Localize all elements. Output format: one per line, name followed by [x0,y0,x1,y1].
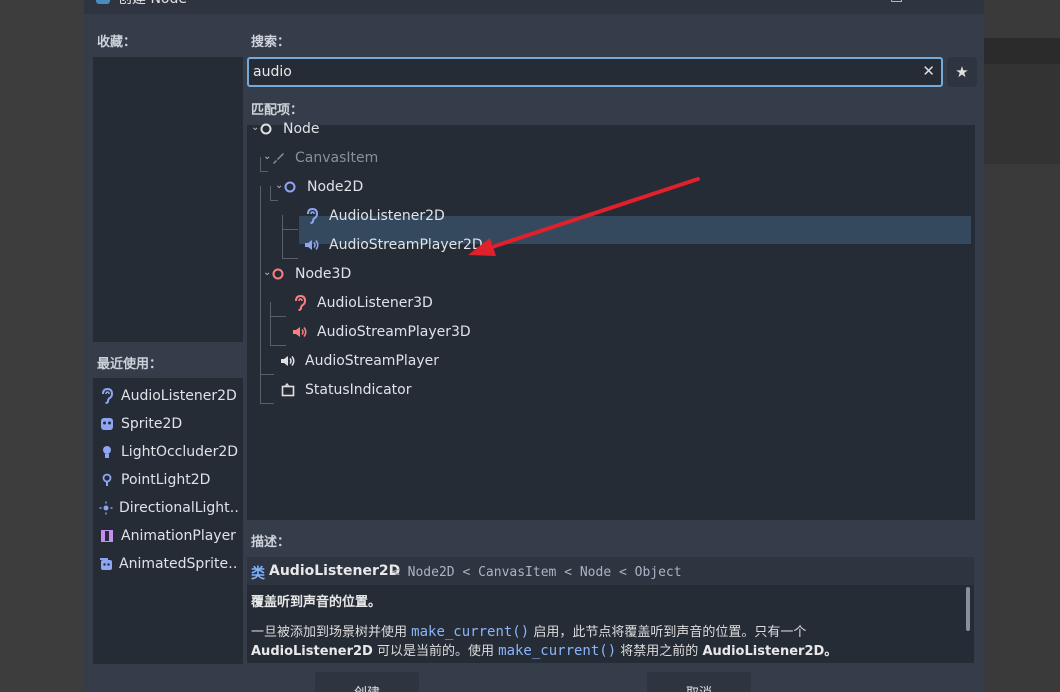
tree-item-canvasitem[interactable]: CanvasItem [269,144,378,172]
favorite-star-button[interactable]: ★ [947,57,977,87]
tree-item-label: AudioStreamPlayer3D [317,324,471,340]
maximize-button[interactable]: □ [890,0,903,4]
tree-item-label: StatusIndicator [305,382,412,398]
annotation-arrow [468,177,700,256]
speaker-icon [303,236,321,254]
recent-item[interactable]: AudioListener2D [99,382,239,410]
tree-item-audiolistener2d[interactable]: AudioListener2D [303,202,445,230]
tree-item-label: AudioStreamPlayer2D [329,237,483,253]
recent-item-label: DirectionalLight… [119,500,239,516]
class-name[interactable]: AudioListener2D [269,563,400,579]
dialog-titlebar: 创建 Node □ ✕ [84,0,984,14]
occluder-icon [99,445,115,459]
clear-search-icon[interactable]: ✕ [922,62,935,80]
class-keyword: 类 [251,566,265,582]
tree-item-audiolistener3d[interactable]: AudioListener3D [291,289,433,317]
recent-item[interactable]: AnimatedSprite… [99,550,239,578]
tree-item-label: AudioListener2D [329,208,445,224]
description-panel: 类 AudioListener2D < Node2D < CanvasItem … [247,557,974,663]
method-link[interactable]: make_current() [411,624,529,640]
tree-item-label: Node2D [307,179,364,195]
circle-icon [257,120,275,138]
description-header: 类 AudioListener2D < Node2D < CanvasItem … [247,557,974,585]
description-label: 描述： [251,535,291,550]
create-node-dialog: 创建 Node □ ✕ 收藏： 最近使用： AudioListener2D Spr… [84,0,984,692]
recent-item-label: AudioListener2D [121,388,237,404]
recent-item-label: LightOccluder2D [121,444,239,460]
tree-item-node3d[interactable]: Node3D [269,260,351,288]
recent-item[interactable]: PointLight2D [99,466,239,494]
ear-icon [303,207,321,225]
light-icon [99,473,115,487]
desc-text: 启用，此节点将覆盖听到声音的位置。只有一个 [533,625,807,640]
dialog-title: 创建 Node [118,0,187,8]
brush-icon [269,149,287,167]
desc-text: 将禁用之前的 [620,644,699,659]
recent-item-label: AnimatedSprite… [119,556,239,572]
method-link[interactable]: make_current() [498,643,616,659]
recent-item[interactable]: Sprite2D [99,410,239,438]
circle-icon [269,265,287,283]
tree-item-node2d[interactable]: Node2D [281,173,363,201]
recent-item-label: PointLight2D [121,472,211,488]
desc-bold: AudioListener2D。 [702,644,838,659]
recent-item[interactable]: DirectionalLight… [99,494,239,522]
background-editor [984,0,1060,692]
brief-description: 覆盖听到声音的位置。 [251,595,382,610]
close-button[interactable]: ✕ [946,0,958,4]
search-input[interactable] [253,62,913,82]
recent-item-label: Sprite2D [121,416,183,432]
tree-item-audiostreamplayer[interactable]: AudioStreamPlayer [279,347,439,375]
tree-item-label: AudioStreamPlayer [305,353,440,369]
cancel-button[interactable]: 取消 [647,672,751,692]
tree-item-label: AudioListener3D [317,295,433,311]
search-label: 搜索： [251,35,291,50]
desc-text: 一旦被添加到场景树并使用 [251,625,408,640]
tree-item-audiostreamplayer2d[interactable]: AudioStreamPlayer2D [303,231,483,259]
godot-logo-icon [96,0,110,4]
tree-item-label: CanvasItem [295,150,379,166]
desc-bold: AudioListener2D [251,644,373,659]
status-icon [279,381,297,399]
background-left [0,0,84,692]
speaker-icon [279,352,297,370]
recent-item-label: AnimationPlayer [121,528,236,544]
circle-icon [281,178,299,196]
film-icon [99,529,115,543]
recent-label: 最近使用： [97,357,163,372]
tree-item-label: Node [283,121,320,137]
sun-icon [99,501,113,515]
favorites-label: 收藏： [97,35,137,50]
speaker-icon [291,323,309,341]
tree-item-node[interactable]: Node [257,115,320,143]
inheritance-chain[interactable]: < Node2D < CanvasItem < Node < Object [392,565,682,580]
description-scrollbar[interactable] [966,587,970,631]
sprite-icon [99,417,115,431]
create-button[interactable]: 创建 [315,672,419,692]
favorites-list[interactable] [93,57,243,342]
search-box[interactable]: ✕ [247,57,943,87]
tree-item-audiostreamplayer3d[interactable]: AudioStreamPlayer3D [291,318,471,346]
recent-list[interactable]: AudioListener2D Sprite2D LightOccluder2D Po… [93,378,243,664]
ear-icon [99,388,115,404]
tree-item-label: Node3D [295,266,352,282]
full-description: 一旦被添加到场景树并使用 make_current() 启用，此节点将覆盖听到声… [251,623,951,661]
tree-item-statusindicator[interactable]: StatusIndicator [279,376,411,404]
desc-text: 可以是当前的。使用 [376,644,494,659]
recent-item[interactable]: LightOccluder2D [99,438,239,466]
recent-item[interactable]: AnimationPlayer [99,522,239,550]
ear-icon [291,294,309,312]
animated-sprite-icon [99,557,113,571]
